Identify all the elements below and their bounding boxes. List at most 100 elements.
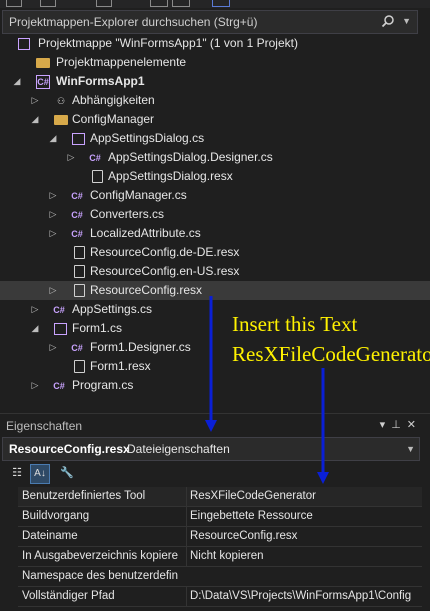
search-input[interactable]: Projektmappen-Explorer durchsuchen (Strg… — [9, 15, 257, 29]
close-icon[interactable]: ✕ — [407, 419, 422, 431]
property-name: In Ausgabeverzeichnis kopiere — [22, 550, 178, 562]
property-row[interactable]: Namespace des benutzerdefin — [18, 567, 422, 587]
tree-item-label: Form1.Designer.cs — [90, 340, 191, 354]
toolbar-button[interactable] — [96, 0, 112, 7]
tree-item[interactable]: ◢ Form1.cs — [0, 319, 430, 338]
csharp-file-icon: C# — [53, 381, 65, 391]
tree-item-label: Abhängigkeiten — [72, 93, 155, 107]
tree-item-label: Projektmappenelemente — [56, 55, 187, 69]
property-name: Dateiname — [22, 530, 78, 542]
chevron-right-icon[interactable]: ▷ — [30, 376, 40, 395]
annotation-line2: ResXFileCodeGenerator — [232, 342, 430, 366]
tree-item[interactable]: ▷ ⚇ Abhängigkeiten — [0, 91, 430, 110]
tree-item[interactable]: ▷ C# AppSettings.cs — [0, 300, 430, 319]
chevron-right-icon[interactable]: ▷ — [48, 186, 58, 205]
tree-item-project[interactable]: ◢ C# WinFormsApp1 — [0, 72, 430, 91]
chevron-down-icon[interactable]: ▾ — [380, 419, 392, 431]
tree-item-label: ResourceConfig.de-DE.resx — [90, 245, 240, 259]
chevron-right-icon[interactable]: ▷ — [30, 91, 40, 110]
search-box[interactable]: Projektmappen-Explorer durchsuchen (Strg… — [2, 10, 418, 34]
tree-item-label: WinFormsApp1 — [56, 74, 145, 88]
tree-item-label: LocalizedAttribute.cs — [90, 226, 201, 240]
property-row[interactable]: Dateiname ResourceConfig.resx — [18, 527, 422, 547]
chevron-down-icon[interactable]: ▼ — [402, 16, 411, 26]
toolbar-button[interactable] — [212, 0, 230, 7]
tree-item-label: Form1.resx — [90, 359, 151, 373]
toolbar-button[interactable] — [6, 0, 22, 7]
csharp-project-icon: C# — [36, 75, 50, 89]
csharp-file-icon: C# — [71, 229, 83, 239]
tree-item-label: Form1.cs — [72, 321, 123, 335]
folder-icon — [54, 115, 68, 125]
csharp-file-icon: C# — [89, 153, 101, 163]
solution-icon — [18, 38, 30, 50]
wrench-icon[interactable]: 🔧 — [58, 464, 76, 482]
search-icon[interactable] — [381, 14, 395, 28]
property-value[interactable]: ResXFileCodeGenerator — [186, 487, 426, 506]
object-type: Dateieigenschaften — [127, 442, 230, 456]
tree-item[interactable]: ▷ C# Converters.cs — [0, 205, 430, 224]
tree-item-label: AppSettings.cs — [72, 302, 153, 316]
object-selector[interactable]: ResourceConfig.resx Dateieigenschaften ▼ — [2, 437, 420, 461]
tree-item-label: Projektmappe "WinFormsApp1" (1 von 1 Pro… — [38, 36, 298, 50]
tree-item[interactable]: AppSettingsDialog.resx — [0, 167, 430, 186]
tree-item-label: ResourceConfig.resx — [90, 283, 203, 297]
toolbar-button[interactable] — [150, 0, 168, 7]
property-row[interactable]: Vollständiger Pfad D:\Data\VS\Projects\W… — [18, 587, 422, 607]
categorized-icon[interactable]: ☷ — [8, 464, 26, 482]
resx-file-icon — [92, 170, 103, 183]
property-name: Vollständiger Pfad — [22, 590, 115, 602]
tree-item-label: Converters.cs — [90, 207, 165, 221]
folder-icon — [36, 58, 50, 68]
property-value[interactable]: Eingebettete Ressource — [186, 507, 426, 526]
property-row[interactable]: Benutzerdefiniertes Tool ResXFileCodeGen… — [18, 487, 422, 507]
chevron-expanded-icon[interactable]: ◢ — [12, 72, 22, 91]
tree-item-solution[interactable]: Projektmappe "WinFormsApp1" (1 von 1 Pro… — [0, 34, 430, 53]
annotation-line1: Insert this Text — [232, 312, 358, 336]
property-row[interactable]: In Ausgabeverzeichnis kopiere Nicht kopi… — [18, 547, 422, 567]
property-value[interactable]: D:\Data\VS\Projects\WinFormsApp1\Config — [186, 587, 426, 606]
tree-item[interactable]: ◢ ConfigManager — [0, 110, 430, 129]
pin-icon[interactable]: ⊥ — [391, 419, 407, 431]
chevron-right-icon[interactable]: ▷ — [48, 205, 58, 224]
tree-item-label: AppSettingsDialog.Designer.cs — [108, 150, 273, 164]
tree-item-label: AppSettingsDialog.resx — [108, 169, 233, 183]
tree-item[interactable]: Projektmappenelemente — [0, 53, 430, 72]
chevron-expanded-icon[interactable]: ◢ — [30, 319, 40, 338]
chevron-expanded-icon[interactable]: ◢ — [48, 129, 58, 148]
property-value[interactable]: ResourceConfig.resx — [186, 527, 426, 546]
resx-file-icon — [74, 265, 85, 278]
toolbar-button[interactable] — [40, 0, 56, 7]
tree-item[interactable]: ▷ C# LocalizedAttribute.cs — [0, 224, 430, 243]
chevron-down-icon[interactable]: ▼ — [406, 444, 415, 454]
toolbar-button[interactable] — [172, 0, 190, 7]
chevron-expanded-icon[interactable]: ◢ — [30, 110, 40, 129]
chevron-right-icon[interactable]: ▷ — [30, 300, 40, 319]
chevron-right-icon[interactable]: ▷ — [48, 224, 58, 243]
chevron-right-icon[interactable]: ▷ — [48, 281, 58, 300]
form-icon — [54, 323, 67, 335]
tree-item[interactable]: ▷ C# AppSettingsDialog.Designer.cs — [0, 148, 430, 167]
properties-title: Eigenschaften — [6, 419, 83, 433]
form-icon — [72, 133, 85, 145]
properties-toolbar: ☷ A↓ 🔧 — [0, 461, 430, 485]
tree-item-label: ConfigManager.cs — [90, 188, 187, 202]
tree-item-selected[interactable]: ▷ ResourceConfig.resx — [0, 281, 430, 300]
panel-controls: ▾⊥✕ — [380, 418, 422, 431]
chevron-right-icon[interactable]: ▷ — [66, 148, 76, 167]
tree-item[interactable]: ▷ C# Program.cs — [0, 376, 430, 395]
tree-item-label: ConfigManager — [72, 112, 155, 126]
property-value[interactable]: Nicht kopieren — [186, 547, 426, 566]
tree-item[interactable]: ResourceConfig.de-DE.resx — [0, 243, 430, 262]
property-row[interactable]: Buildvorgang Eingebettete Ressource — [18, 507, 422, 527]
tree-item[interactable]: ResourceConfig.en-US.resx — [0, 262, 430, 281]
property-name: Benutzerdefiniertes Tool — [22, 490, 146, 502]
toolbar — [0, 0, 430, 8]
csharp-file-icon: C# — [71, 191, 83, 201]
alphabetical-sort-icon[interactable]: A↓ — [30, 464, 50, 484]
chevron-right-icon[interactable]: ▷ — [48, 338, 58, 357]
tree-item-label: Program.cs — [72, 378, 134, 392]
tree-item[interactable]: ◢ AppSettingsDialog.cs — [0, 129, 430, 148]
csharp-file-icon: C# — [71, 343, 83, 353]
tree-item[interactable]: ▷ C# ConfigManager.cs — [0, 186, 430, 205]
